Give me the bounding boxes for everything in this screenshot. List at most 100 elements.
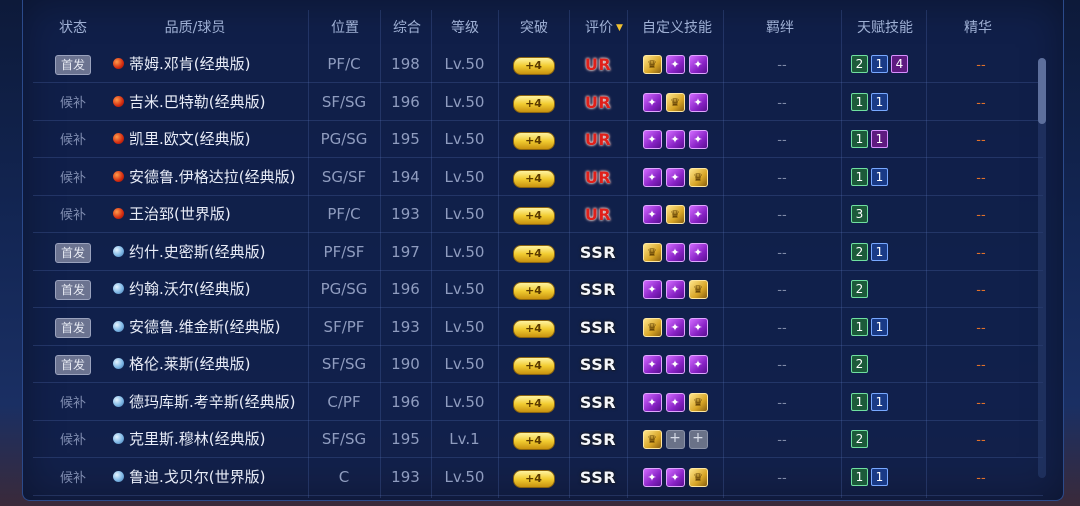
player-cell[interactable]: 德玛库斯.考辛斯(经典版) xyxy=(113,384,313,421)
rating-cell: UR xyxy=(569,121,627,158)
purple-skill-icon[interactable]: ✦ xyxy=(665,167,685,187)
talent-cell: 11 xyxy=(841,309,926,346)
purple-skill-icon[interactable]: ✦ xyxy=(688,130,708,149)
gold-skill-icon[interactable]: ♛ xyxy=(665,92,685,112)
empty-skill-slot-icon[interactable]: + xyxy=(688,430,708,449)
player-cell[interactable]: 约什.史密斯(经典版) xyxy=(113,234,313,271)
gold-skill-icon[interactable]: ♛ xyxy=(688,167,708,187)
table-row[interactable]: 首发 安德鲁.维金斯(经典版) SF/PF 193 Lv.50 +4 SSR ♛… xyxy=(33,309,1043,346)
table-row[interactable]: 首发 格伦.莱斯(经典版) SF/SG 190 Lv.50 +4 SSR ✦ ✦ ✦… xyxy=(33,346,1043,383)
header-breakthrough[interactable]: 突破 xyxy=(501,10,567,46)
purple-skill-icon[interactable]: ✦ xyxy=(688,92,708,112)
purple-skill-icon[interactable]: ✦ xyxy=(642,205,662,224)
player-cell[interactable]: 安德鲁.维金斯(经典版) xyxy=(113,309,313,346)
empty-skill-slot-icon[interactable]: + xyxy=(665,430,685,449)
level-cell: Lv.50 xyxy=(444,242,485,261)
purple-skill-icon[interactable]: ✦ xyxy=(688,355,708,374)
talent-level-badge: 2 xyxy=(851,355,868,373)
player-cell[interactable]: 凯里.欧文(经典版) xyxy=(113,121,313,158)
player-cell[interactable]: 安德鲁.伊格达拉(经典版) xyxy=(113,159,313,196)
purple-skill-icon[interactable]: ✦ xyxy=(665,130,685,149)
gold-skill-icon[interactable]: ♛ xyxy=(688,467,708,487)
rating-grade: UR xyxy=(584,55,612,74)
overall-cell: 190 xyxy=(391,355,420,373)
purple-skill-icon[interactable]: ✦ xyxy=(642,280,662,299)
header-position[interactable]: 位置 xyxy=(307,10,383,46)
table-row[interactable]: 首发 约翰.沃尔(经典版) PG/SG 196 Lv.50 +4 SSR ✦ ✦ ♛… xyxy=(33,271,1043,308)
scrollbar[interactable] xyxy=(1038,58,1046,478)
position-cell: PF/C xyxy=(327,55,361,73)
purple-skill-icon[interactable]: ✦ xyxy=(642,467,662,487)
starter-badge: 首发 xyxy=(55,317,91,338)
talent-level-badge: 2 xyxy=(851,280,868,298)
bond-cell: -- xyxy=(723,46,841,83)
gold-skill-icon[interactable]: ♛ xyxy=(642,430,662,449)
custom-skills-cell: ✦ ✦ ♛ xyxy=(627,384,723,421)
talent-cell: 11 xyxy=(841,159,926,196)
talent-cell: 2 xyxy=(841,271,926,308)
gold-skill-icon[interactable]: ♛ xyxy=(688,280,708,299)
purple-skill-icon[interactable]: ✦ xyxy=(665,392,685,412)
purple-skill-icon[interactable]: ✦ xyxy=(665,317,685,337)
gold-skill-icon[interactable]: ♛ xyxy=(665,205,685,224)
gold-skill-icon[interactable]: ♛ xyxy=(688,392,708,412)
bond-cell: -- xyxy=(723,421,841,458)
purple-skill-icon[interactable]: ✦ xyxy=(688,205,708,224)
purple-skill-icon[interactable]: ✦ xyxy=(642,130,662,149)
breakthrough-badge: +4 xyxy=(512,132,555,150)
table-row[interactable]: 首发 蒂姆.邓肯(经典版) PF/C 198 Lv.50 +4 UR ♛ ✦ ✦ -… xyxy=(33,46,1043,83)
purple-skill-icon[interactable]: ✦ xyxy=(688,317,708,337)
purple-skill-icon[interactable]: ✦ xyxy=(642,355,662,374)
table-row[interactable]: 候补 王治郅(世界版) PF/C 193 Lv.50 +4 UR ✦ ♛ ✦ -- … xyxy=(33,196,1043,233)
purple-skill-icon[interactable]: ✦ xyxy=(665,55,685,74)
player-cell[interactable]: 约翰.沃尔(经典版) xyxy=(113,271,313,308)
table-row[interactable]: 候补 鲁迪.戈贝尔(世界版) C 193 Lv.50 +4 SSR ✦ ✦ ♛ --… xyxy=(33,459,1043,496)
purple-skill-icon[interactable]: ✦ xyxy=(665,355,685,374)
talent-level-badge: 1 xyxy=(871,130,888,148)
breakthrough-badge: +4 xyxy=(512,282,555,300)
rating-grade: SSR xyxy=(579,430,617,449)
header-player[interactable]: 品质/球员 xyxy=(115,10,275,46)
player-cell[interactable]: 鲁迪.戈贝尔(世界版) xyxy=(113,459,313,496)
rating-cell: UR xyxy=(569,84,627,121)
table-row[interactable]: 候补 吉米.巴特勒(经典版) SF/SG 196 Lv.50 +4 UR ✦ ♛ ✦… xyxy=(33,84,1043,121)
gold-skill-icon[interactable]: ♛ xyxy=(642,55,662,74)
player-cell[interactable]: 克里斯.穆林(经典版) xyxy=(113,421,313,458)
purple-skill-icon[interactable]: ✦ xyxy=(642,92,662,112)
bond-value: -- xyxy=(777,470,787,486)
table-row[interactable]: 候补 克里斯.穆林(经典版) SF/SG 195 Lv.1 +4 SSR ♛ + +… xyxy=(33,421,1043,458)
header-level[interactable]: 等级 xyxy=(431,10,499,46)
player-cell[interactable]: 王治郅(世界版) xyxy=(113,196,313,233)
status-cell: 候补 xyxy=(45,196,101,233)
gold-skill-icon[interactable]: ♛ xyxy=(642,242,662,262)
breakthrough-badge: +4 xyxy=(512,57,555,75)
bench-label: 候补 xyxy=(59,133,86,148)
purple-skill-icon[interactable]: ✦ xyxy=(665,242,685,262)
bond-cell: -- xyxy=(723,121,841,158)
purple-skill-icon[interactable]: ✦ xyxy=(642,167,662,187)
table-row[interactable]: 首发 约什.史密斯(经典版) PF/SF 197 Lv.50 +4 SSR ♛ ✦… xyxy=(33,234,1043,271)
player-name: 克里斯.穆林(经典版) xyxy=(129,430,266,448)
player-cell[interactable]: 格伦.莱斯(经典版) xyxy=(113,346,313,383)
table-row[interactable]: 候补 德玛库斯.考辛斯(经典版) C/PF 196 Lv.50 +4 SSR ✦… xyxy=(33,384,1043,421)
player-cell[interactable]: 蒂姆.邓肯(经典版) xyxy=(113,46,313,83)
purple-skill-icon[interactable]: ✦ xyxy=(688,55,708,74)
quality-red-orb-icon xyxy=(113,208,124,219)
purple-skill-icon[interactable]: ✦ xyxy=(642,392,662,412)
header-overall[interactable]: 综合 xyxy=(379,10,435,46)
custom-skills-cell: ✦ ♛ ✦ xyxy=(627,84,723,121)
gold-skill-icon[interactable]: ♛ xyxy=(642,317,662,337)
scrollbar-thumb[interactable] xyxy=(1038,58,1046,124)
bench-label: 候补 xyxy=(59,95,86,111)
bond-cell: -- xyxy=(723,84,841,121)
purple-skill-icon[interactable]: ✦ xyxy=(665,467,685,487)
status-cell: 候补 xyxy=(45,384,101,421)
purple-skill-icon[interactable]: ✦ xyxy=(688,242,708,262)
talent-level-badge: 1 xyxy=(851,392,868,411)
player-cell[interactable]: 吉米.巴特勒(经典版) xyxy=(113,84,313,121)
rating-grade: SSR xyxy=(579,242,617,262)
table-row[interactable]: 候补 安德鲁.伊格达拉(经典版) SG/SF 194 Lv.50 +4 UR ✦… xyxy=(33,159,1043,196)
purple-skill-icon[interactable]: ✦ xyxy=(665,280,685,299)
table-row[interactable]: 候补 凯里.欧文(经典版) PG/SG 195 Lv.50 +4 UR ✦ ✦ ✦ … xyxy=(33,121,1043,158)
bond-value: -- xyxy=(777,283,787,298)
